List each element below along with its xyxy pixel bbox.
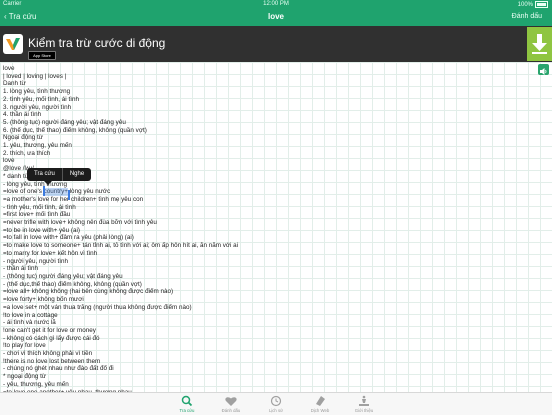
definition-line: - chơi vì thích không phải vì tiền — [3, 350, 93, 358]
info-icon — [359, 395, 369, 406]
search-icon — [181, 395, 193, 407]
definition-line: - yêu, thương, yêu mến — [3, 380, 69, 388]
definition-line: !to love in a cottage — [3, 311, 58, 319]
menu-item-listen[interactable]: Nghe — [63, 168, 91, 181]
definition-line: - người yêu, người tình — [3, 257, 68, 265]
definition-line: 4. thần ái tình — [3, 111, 42, 119]
context-menu: Tra cứu Nghe — [27, 168, 92, 185]
tab-history[interactable]: Lịch sử — [256, 393, 296, 415]
page-title: love — [267, 12, 284, 21]
definition-line: =love all+ không không (hai bên cùng khô… — [3, 288, 174, 296]
definition-line: - không có cách gì lấy được cái đó — [3, 334, 100, 342]
definition-line: love — [3, 65, 15, 72]
definition-line: - thần ái tình — [3, 265, 39, 273]
tab-label: Tra cứu — [179, 408, 195, 413]
definition-line: =a love set+ một ván thua trắng (người t… — [3, 303, 192, 311]
tab-bookmarks[interactable]: Đánh dấu — [211, 393, 251, 415]
definition-line: - chúng nó ghét nhau như đào đất đổ đi — [3, 365, 114, 373]
tab-web-translate[interactable]: Dịch Web — [300, 393, 340, 415]
definition-line: !there is no love lost between them — [3, 357, 101, 365]
definition-line: * ngoại động từ — [3, 373, 47, 381]
definition-line: - (thể dục,thể thao) điểm không, không (… — [3, 280, 142, 288]
definition-line: - ái tình và nước lã — [3, 319, 56, 327]
speaker-icon — [540, 68, 547, 75]
navigation-bar: ‹ Tra cứu love Đánh dấu — [0, 10, 552, 26]
tab-label: Dịch Web — [310, 408, 330, 413]
definition-line: | loved | loving | loves | — [3, 72, 67, 80]
definition-line: =to make love to someone+ tán tỉnh ai, t… — [3, 242, 239, 250]
app-store-badge[interactable]: App Store — [28, 51, 56, 60]
definition-line: =love of one's country+ lòng yêu nước — [3, 188, 111, 196]
heart-icon — [225, 397, 237, 406]
text-selection-highlight — [44, 188, 68, 196]
tab-bar: Tra cứu Đánh dấu Lịch sử Dịch Web Giới t… — [0, 392, 552, 415]
definition-line: - tình yêu, mối tình, ái tình — [3, 203, 76, 211]
definition-line: 1. yêu, thương, yêu mến — [3, 142, 72, 150]
battery-percent: 100% — [517, 2, 533, 9]
definition-line: - lòng yêu, tình thương — [3, 180, 68, 188]
definition-line: =never trifle with love+ không nên đùa b… — [3, 219, 157, 227]
definition-line: =to be in love with+ yêu (ai) — [3, 226, 81, 234]
status-bar: Carrier 12:00 PM 100% — [0, 0, 552, 10]
ad-title: Kiểm tra trừ cước di động — [28, 36, 166, 50]
selection-handle-end[interactable] — [68, 190, 70, 200]
selection-handle-start[interactable] — [43, 186, 45, 196]
bookmark-button[interactable]: Đánh dấu — [512, 13, 542, 20]
definition-line: 5. (thông tục) người đáng yêu; vật đáng … — [3, 118, 126, 126]
definition-line: 1. lòng yêu, tình thương — [3, 88, 71, 96]
definition-line: Ngoại động từ — [3, 134, 43, 142]
definition-line: =a mother's love for her children+ tình … — [3, 195, 144, 203]
definition-line: =first love+ mối tình đầu — [3, 211, 71, 219]
battery-icon — [535, 1, 548, 8]
definition-line: =love forty+ không bốn mươi — [3, 296, 84, 304]
download-icon — [532, 34, 547, 54]
definition-line: 6. (thể dục, thể thao) điểm không, không… — [3, 126, 147, 134]
definition-line: love — [3, 157, 15, 165]
definition-line: !one can't get it for love or money — [3, 326, 96, 334]
definition-text[interactable]: love | loved | loving | loves | Danh từ 1. … — [3, 65, 532, 392]
definition-line: 2. thích, ưa thích — [3, 149, 51, 157]
clock-icon — [270, 395, 282, 407]
tab-label: Giới thiệu — [354, 408, 374, 413]
definition-line: 3. người yêu, người tình — [3, 103, 72, 111]
tab-label: Lịch sử — [268, 408, 284, 413]
time-label: 12:00 PM — [263, 1, 289, 7]
definition-line: !to play for love — [3, 342, 46, 350]
tab-label: Đánh dấu — [221, 408, 241, 413]
definition-line: =to marry for love+ kết hôn vì tình — [3, 249, 98, 257]
definition-view[interactable]: love | loved | loving | loves | Danh từ 1. … — [0, 62, 552, 392]
tab-lookup[interactable]: Tra cứu — [167, 393, 207, 415]
speaker-button[interactable] — [538, 64, 549, 75]
battery-indicator: 100% — [518, 1, 548, 8]
menu-item-lookup[interactable]: Tra cứu — [27, 168, 62, 181]
globe-icon — [316, 396, 325, 406]
definition-line: =to fall in love with+ đâm ra yêu (phải … — [3, 234, 134, 242]
ad-banner[interactable]: Kiểm tra trừ cước di động App Store — [0, 26, 552, 62]
tab-about[interactable]: Giới thiệu — [344, 393, 384, 415]
definition-line: - (thông tục) người đáng yêu; vật đáng y… — [3, 272, 123, 280]
download-button[interactable] — [527, 27, 552, 61]
context-menu-arrow — [44, 181, 52, 185]
definition-line: 2. tình yêu, mối tình, ái tình — [3, 95, 79, 103]
definition-line: Danh từ — [3, 80, 26, 88]
app-logo-icon — [3, 34, 23, 54]
